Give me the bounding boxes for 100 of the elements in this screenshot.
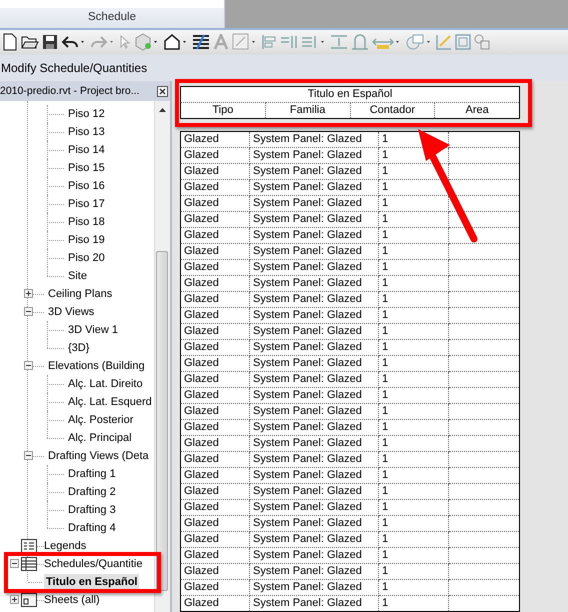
tree-item[interactable]: Alç. Posterior	[66, 412, 136, 428]
table-cell: System Panel: Glazed	[253, 453, 362, 465]
table-cell: System Panel: Glazed	[253, 533, 362, 545]
dimension-icon[interactable]	[330, 34, 348, 50]
table-cell: 1	[382, 581, 388, 593]
table-cell: 1	[382, 277, 388, 289]
table-cell: System Panel: Glazed	[253, 165, 362, 177]
expand-toggle[interactable]	[10, 595, 19, 604]
table-cell: Glazed	[184, 597, 219, 609]
undo-icon[interactable]	[61, 34, 87, 50]
table-cell: Glazed	[184, 485, 219, 497]
table-cell: 1	[382, 533, 388, 545]
table-cell: 1	[382, 517, 388, 529]
table-cell: System Panel: Glazed	[253, 197, 362, 209]
tree-item[interactable]: Piso 18	[66, 214, 107, 230]
tree-item[interactable]: Ceiling Plans	[46, 286, 114, 302]
table-cell: Glazed	[184, 357, 219, 369]
table-cell: 1	[382, 485, 388, 497]
table-cell: System Panel: Glazed	[253, 485, 362, 497]
expand-toggle[interactable]	[24, 361, 33, 370]
table-cell: Glazed	[184, 581, 219, 593]
tree-item[interactable]: Alç. Lat. Esquerd	[66, 394, 154, 410]
table-cell: System Panel: Glazed	[253, 357, 362, 369]
tree-item[interactable]: Alç. Lat. Direito	[66, 376, 145, 392]
expand-toggle[interactable]	[24, 289, 33, 298]
table-cell: System Panel: Glazed	[253, 421, 362, 433]
align-icon[interactable]	[261, 34, 277, 50]
hatch-icon[interactable]	[232, 33, 258, 52]
frame-icon[interactable]	[455, 34, 471, 50]
tree-item[interactable]: Piso 12	[66, 106, 107, 122]
tree-item[interactable]: Legends	[42, 538, 88, 554]
tree-item[interactable]: Sheets (all)	[42, 592, 102, 608]
table-cell: 1	[382, 453, 388, 465]
table-cell: System Panel: Glazed	[253, 341, 362, 353]
tree-item[interactable]: Elevations (Building	[46, 358, 147, 374]
legend-icon	[21, 539, 37, 553]
tree-item[interactable]: Drafting 2	[66, 484, 118, 500]
save-icon[interactable]	[42, 34, 58, 50]
tree-item[interactable]: Piso 19	[66, 232, 107, 248]
close-icon[interactable]	[157, 86, 168, 96]
table-cell: 1	[382, 245, 388, 257]
lines-icon[interactable]	[192, 34, 210, 50]
table-cell: System Panel: Glazed	[253, 213, 362, 225]
table-cell: System Panel: Glazed	[253, 565, 362, 577]
ruler-icon[interactable]	[436, 34, 452, 50]
tree-item[interactable]: Piso 16	[66, 178, 107, 194]
table-cell: Glazed	[184, 165, 219, 177]
tree-item[interactable]: Piso 20	[66, 250, 107, 266]
profile-icon[interactable]	[351, 34, 369, 50]
move-icon[interactable]	[280, 34, 298, 50]
house-icon[interactable]	[163, 33, 189, 52]
table-cell: Glazed	[184, 437, 219, 449]
tools-icon[interactable]	[474, 34, 490, 50]
table-cell: 1	[382, 357, 388, 369]
table-cell: Glazed	[184, 421, 219, 433]
tree-item[interactable]: Site	[66, 268, 89, 284]
context-tab-title[interactable]: Modify Schedule/Quantities	[1, 61, 148, 76]
table-cell: 1	[382, 549, 388, 561]
tree-item[interactable]: Piso 14	[66, 142, 107, 158]
table-cell: System Panel: Glazed	[253, 261, 362, 273]
table-cell: Glazed	[184, 309, 219, 321]
table-cell: System Panel: Glazed	[253, 597, 362, 609]
table-cell: 1	[382, 469, 388, 481]
tree-item[interactable]: Drafting 1	[66, 466, 118, 482]
cursor-icon[interactable]	[119, 34, 131, 50]
table-cell: 1	[382, 501, 388, 513]
shapes-icon[interactable]	[405, 33, 433, 52]
tree-item[interactable]: Schedules/Quantitie	[42, 556, 144, 572]
table-cell: System Panel: Glazed	[253, 581, 362, 593]
tree-item[interactable]: Piso 15	[66, 160, 107, 176]
tree-item[interactable]: 3D Views	[46, 304, 96, 320]
table-cell: 1	[382, 197, 388, 209]
table-cell: System Panel: Glazed	[253, 133, 362, 145]
table-cell: Glazed	[184, 453, 219, 465]
open-folder-icon[interactable]	[21, 34, 39, 50]
tree-item[interactable]: Piso 13	[66, 124, 107, 140]
table-cell: 1	[382, 437, 388, 449]
tree-item[interactable]: Drafting 3	[66, 502, 118, 518]
expand-toggle[interactable]	[24, 307, 33, 316]
table-cell: 1	[382, 261, 388, 273]
scroll-up-icon[interactable]	[159, 108, 166, 112]
table-cell: Glazed	[184, 325, 219, 337]
split-icon[interactable]	[301, 34, 327, 50]
new-file-icon[interactable]	[2, 33, 18, 52]
table-cell: Glazed	[184, 341, 219, 353]
scrollbar-thumb[interactable]	[156, 251, 168, 591]
tree-item[interactable]: 3D View 1	[66, 322, 120, 338]
table-cell: Glazed	[184, 149, 219, 161]
tree-item[interactable]: Titulo en Español	[44, 574, 140, 590]
sheet-icon	[21, 593, 37, 607]
tree-item[interactable]: {3D}	[66, 340, 92, 356]
tree-item[interactable]: Piso 17	[66, 196, 107, 212]
table-cell: Glazed	[184, 501, 219, 513]
tree-item[interactable]: Alç. Principal	[66, 430, 134, 446]
table-cell: System Panel: Glazed	[253, 277, 362, 289]
expand-toggle[interactable]	[10, 559, 19, 568]
expand-toggle[interactable]	[24, 451, 33, 460]
tree-item[interactable]: Drafting Views (Deta	[46, 448, 151, 464]
table-cell: Glazed	[184, 533, 219, 545]
tree-item[interactable]: Drafting 4	[66, 520, 118, 536]
